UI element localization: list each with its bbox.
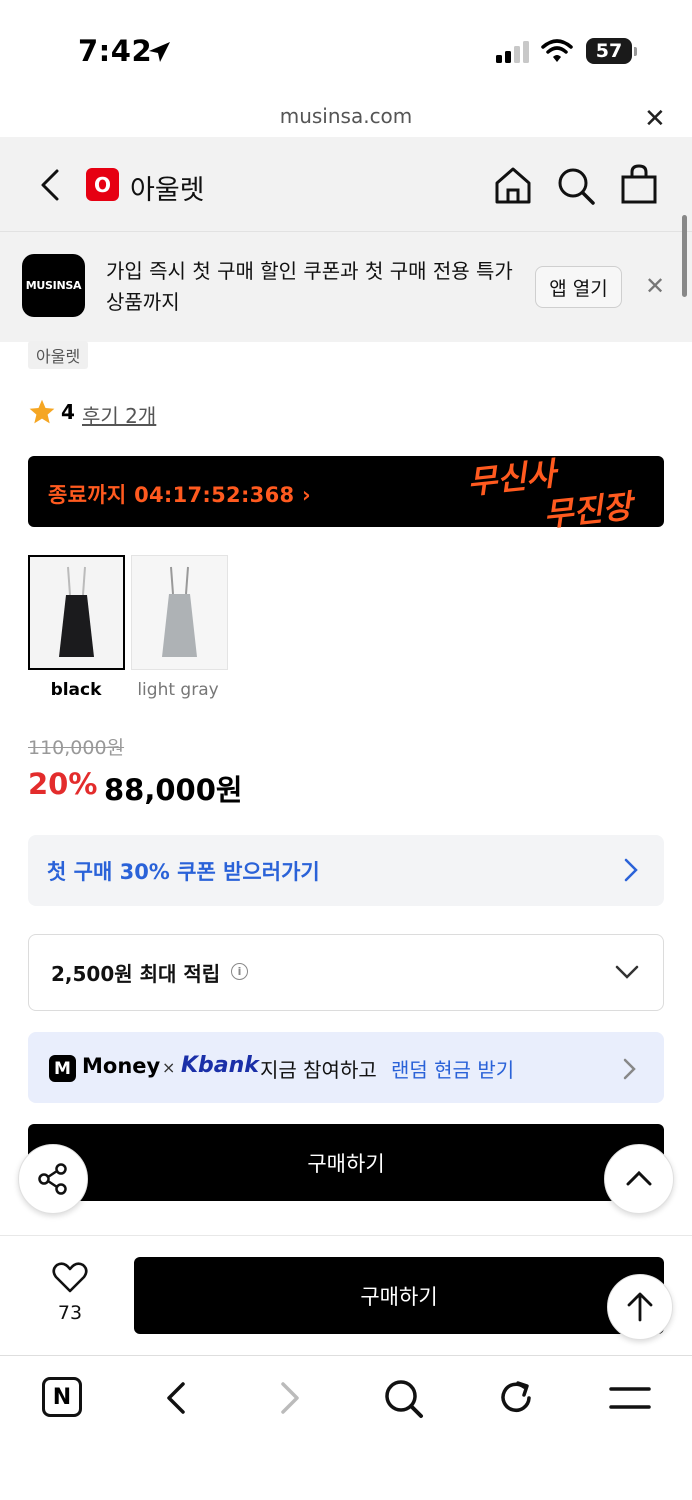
sale-price: 88,000원 (104, 773, 243, 807)
refresh-icon[interactable] (496, 1378, 536, 1418)
heart-icon[interactable] (52, 1262, 88, 1294)
discount-rate: 20% (28, 767, 98, 801)
outlet-logo[interactable]: O (86, 168, 119, 201)
logo-line-1: 무신사 (466, 454, 561, 501)
home-icon[interactable] (493, 165, 533, 205)
arrow-up-icon (627, 1292, 653, 1322)
wifi-icon (541, 39, 573, 62)
money-banner-text: 지금 참여하고 (260, 1058, 377, 1082)
back-icon[interactable] (38, 168, 62, 202)
close-tab-icon[interactable]: ✕ (644, 104, 666, 134)
brand-tag[interactable]: 아울렛 (28, 341, 89, 369)
color-option-black[interactable] (28, 555, 125, 670)
chevron-up-icon (626, 1170, 652, 1186)
star-icon (29, 399, 55, 424)
color-label-light-gray: light gray (137, 680, 219, 700)
like-count: 73 (57, 1302, 83, 1324)
open-app-button[interactable]: 앱 열기 (535, 266, 622, 308)
url-text[interactable]: musinsa.com (0, 104, 692, 128)
dress-black-image (30, 557, 123, 668)
chevron-right-icon[interactable] (622, 1057, 638, 1081)
battery-indicator: 57 (586, 38, 637, 64)
chevron-down-icon[interactable] (614, 962, 640, 982)
signal-icon (496, 41, 529, 63)
scroll-top-button[interactable] (607, 1274, 673, 1340)
color-option-light-gray[interactable] (131, 555, 228, 670)
dress-gray-image (132, 556, 227, 669)
money-label: Money (82, 1054, 161, 1078)
bottom-buy-button[interactable]: 구매하기 (134, 1257, 664, 1334)
rating-value: 4 (61, 400, 75, 424)
times-sign: × (162, 1058, 176, 1077)
collapse-button[interactable] (604, 1144, 674, 1214)
countdown-timer: 종료까지 04:17:52:368 › (48, 483, 311, 507)
points-text[interactable]: 2,500원 최대 적립 (51, 958, 220, 987)
buy-button[interactable]: 구매하기 (28, 1124, 664, 1201)
status-time: 7:42 (78, 34, 153, 68)
logo-line-2: 무진장 (542, 486, 638, 532)
coupon-text[interactable]: 첫 구매 30% 쿠폰 받으러가기 (47, 856, 320, 886)
browser-forward-icon[interactable] (276, 1380, 304, 1416)
location-arrow-icon (149, 42, 170, 62)
review-count-link[interactable]: 후기 2개 (82, 400, 156, 429)
search-icon[interactable] (556, 166, 596, 206)
close-banner-icon[interactable]: ✕ (645, 272, 665, 300)
original-price: 110,000원 (28, 737, 125, 759)
naver-home-icon[interactable]: N (42, 1377, 82, 1417)
shopping-bag-icon[interactable] (620, 163, 658, 205)
browser-search-icon[interactable] (383, 1378, 425, 1420)
color-label-black: black (50, 680, 102, 700)
scrollbar[interactable] (682, 215, 687, 297)
share-button[interactable] (18, 1144, 88, 1214)
kbank-logo: Kbank (181, 1053, 259, 1078)
browser-back-icon[interactable] (162, 1380, 190, 1416)
mujinjang-logo: 무신사 무진장 (466, 454, 639, 532)
chevron-right-icon[interactable] (622, 857, 640, 883)
menu-icon[interactable] (609, 1384, 651, 1412)
share-icon (38, 1163, 67, 1195)
musinsa-logo: MUSINSA (22, 254, 85, 317)
money-banner-link[interactable]: 랜덤 현금 받기 (391, 1054, 514, 1083)
browser-toolbar (0, 1355, 692, 1500)
money-logo-icon: M (49, 1055, 76, 1082)
outlet-title[interactable]: 아울렛 (130, 168, 205, 207)
promo-text: 가입 즉시 첫 구매 할인 쿠폰과 첫 구매 전용 특가 상품까지 (106, 259, 513, 314)
info-icon[interactable]: i (231, 963, 248, 980)
